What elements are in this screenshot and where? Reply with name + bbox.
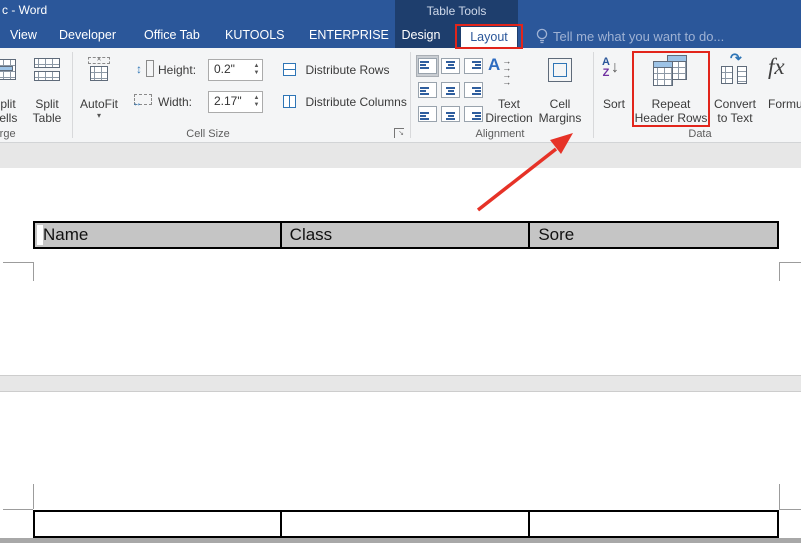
column-width-icon: ↔ (134, 92, 152, 110)
tab-developer[interactable]: Developer (59, 28, 116, 45)
align-top-right-icon (464, 58, 483, 74)
distribute-columns-button[interactable]: Distribute Columns (283, 93, 407, 111)
header-cell-class[interactable]: Class (282, 223, 531, 247)
align-top-right-button[interactable] (463, 56, 484, 76)
merge-group-label: Merge (0, 128, 22, 140)
tab-kutools[interactable]: KUTOOLS (225, 28, 285, 45)
window-title: c - Word (2, 3, 47, 17)
document-background-band (0, 143, 801, 168)
align-top-left-icon (418, 58, 437, 74)
row-height-label: Height: (158, 63, 196, 77)
align-bottom-right-button[interactable] (463, 104, 484, 124)
distribute-rows-button[interactable]: Distribute Rows (283, 61, 389, 79)
text-boundary-mark (3, 262, 33, 263)
column-width-label: Width: (158, 95, 192, 109)
align-center-icon (441, 82, 460, 98)
align-top-center-button[interactable] (440, 56, 461, 76)
text-boundary-mark (779, 262, 801, 263)
formula-button[interactable]: fx Formula (760, 52, 801, 134)
header-cell-name[interactable]: Name (35, 223, 282, 247)
convert-to-text-button[interactable]: ↷ Convert to Text (710, 52, 760, 134)
tab-view[interactable]: View (10, 28, 37, 45)
align-bottom-center-icon (441, 106, 460, 122)
text-boundary-mark (779, 262, 780, 281)
empty-cell[interactable] (282, 512, 531, 536)
formula-icon: fx (768, 54, 785, 80)
tab-design[interactable]: Design (399, 28, 443, 45)
page-1 (0, 168, 801, 375)
page-gap (0, 375, 801, 392)
text-boundary-mark (779, 509, 801, 510)
cell-size-dialog-launcher[interactable]: ↘ (394, 128, 404, 138)
distribute-rows-icon (283, 63, 296, 76)
align-bottom-left-icon (418, 106, 437, 122)
tab-office-tab[interactable]: Office Tab (144, 28, 200, 45)
split-table-button[interactable]: Split Table (26, 52, 68, 134)
repeat-header-rows-highlight-box (632, 51, 710, 127)
distribute-columns-icon (283, 95, 296, 108)
align-bottom-center-button[interactable] (440, 104, 461, 124)
cell-margins-icon (548, 58, 572, 82)
sort-button[interactable]: A Z ↓ Sort (596, 52, 632, 134)
group-separator (593, 52, 594, 138)
table-tools-label: Table Tools (395, 4, 518, 18)
align-top-center-icon (441, 58, 460, 74)
sort-icon: A Z ↓ (602, 57, 619, 79)
align-bottom-right-icon (464, 106, 483, 122)
text-boundary-mark (33, 262, 34, 281)
alignment-group-label: Alignment (440, 128, 560, 140)
align-bottom-left-button[interactable] (417, 104, 438, 124)
align-center-right-button[interactable] (463, 80, 484, 100)
align-top-left-button[interactable] (417, 56, 438, 76)
header-cell-sore[interactable]: Sore (530, 223, 777, 247)
group-separator (72, 52, 73, 138)
align-center-button[interactable] (440, 80, 461, 100)
word-window: c - Word Table Tools View Developer Offi… (0, 0, 801, 543)
tab-enterprise[interactable]: ENTERPRISE (309, 28, 389, 45)
text-boundary-mark (33, 484, 34, 509)
text-direction-button[interactable]: A →→→→ Text Direction (482, 52, 536, 134)
split-cells-icon (0, 59, 16, 80)
bottom-edge-strip (0, 538, 801, 543)
text-direction-icon: A →→→→ (488, 56, 511, 86)
autofit-button[interactable]: ✕ AutoFit ▾ (78, 52, 120, 134)
row-height-icon: ↕ (136, 60, 154, 78)
align-center-right-icon (464, 82, 483, 98)
align-center-left-button[interactable] (417, 80, 438, 100)
cell-size-group-label: Cell Size (120, 128, 296, 140)
align-center-left-icon (418, 82, 437, 98)
data-group-label: Data (640, 128, 760, 140)
tell-me-lightbulb-icon (535, 28, 549, 50)
table-empty-row[interactable] (33, 510, 779, 538)
split-cells-button[interactable]: Split Cells (0, 52, 26, 134)
empty-cell[interactable] (35, 512, 282, 536)
layout-tab-highlight-box (455, 24, 523, 49)
column-width-spinner[interactable]: ▲▼ (251, 92, 262, 112)
empty-cell[interactable] (530, 512, 777, 536)
row-height-spinner[interactable]: ▲▼ (251, 60, 262, 80)
cell-margin-sliver (37, 225, 43, 245)
cell-margins-button[interactable]: Cell Margins (536, 52, 584, 134)
table-header-row[interactable]: Name Class Sore (33, 221, 779, 249)
convert-to-text-icon: ↷ (721, 54, 749, 88)
tell-me-box[interactable]: Tell me what you want to do... (553, 29, 724, 44)
text-boundary-mark (3, 509, 33, 510)
autofit-dropdown-arrow: ▾ (78, 111, 120, 120)
group-separator (410, 52, 411, 138)
text-boundary-mark (779, 484, 780, 509)
